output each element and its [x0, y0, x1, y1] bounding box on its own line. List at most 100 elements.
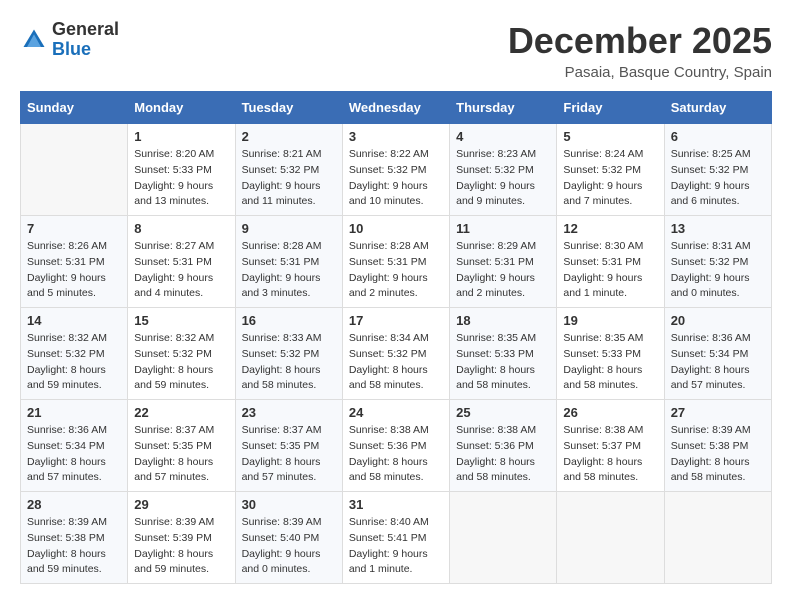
- day-info: Sunrise: 8:37 AMSunset: 5:35 PMDaylight:…: [134, 423, 228, 486]
- calendar-cell: 2 Sunrise: 8:21 AMSunset: 5:32 PMDaylight…: [235, 124, 342, 216]
- calendar-cell: 12 Sunrise: 8:30 AMSunset: 5:31 PMDayligh…: [557, 216, 664, 308]
- day-number: 5: [563, 129, 657, 144]
- day-info: Sunrise: 8:23 AMSunset: 5:32 PMDaylight:…: [456, 147, 550, 210]
- calendar-cell: 22 Sunrise: 8:37 AMSunset: 5:35 PMDayligh…: [128, 400, 235, 492]
- day-number: 27: [671, 405, 765, 420]
- calendar-cell: 6Sunrise: 8:25 AMSunset: 5:32 PMDaylight…: [664, 124, 771, 216]
- calendar-table: SundayMondayTuesdayWednesdayThursdayFrid…: [20, 91, 772, 584]
- day-info: Sunrise: 8:29 AMSunset: 5:31 PMDaylight:…: [456, 239, 550, 302]
- day-number: 19: [563, 313, 657, 328]
- calendar-cell: 8Sunrise: 8:27 AMSunset: 5:31 PMDaylight…: [128, 216, 235, 308]
- calendar-cell: 27Sunrise: 8:39 AMSunset: 5:38 PMDayligh…: [664, 400, 771, 492]
- week-row-4: 21Sunrise: 8:36 AMSunset: 5:34 PMDayligh…: [21, 400, 772, 492]
- day-number: 1: [134, 129, 228, 144]
- day-number: 11: [456, 221, 550, 236]
- day-info: Sunrise: 8:33 AMSunset: 5:32 PMDaylight:…: [242, 331, 336, 394]
- calendar-cell: 14 Sunrise: 8:32 AMSunset: 5:32 PMDayligh…: [21, 308, 128, 400]
- day-info: Sunrise: 8:39 AMSunset: 5:40 PMDaylight:…: [242, 515, 336, 578]
- calendar-cell: 5 Sunrise: 8:24 AMSunset: 5:32 PMDaylight…: [557, 124, 664, 216]
- calendar-cell: [664, 492, 771, 584]
- calendar-cell: 18Sunrise: 8:35 AMSunset: 5:33 PMDayligh…: [450, 308, 557, 400]
- weekday-header-monday: Monday: [128, 92, 235, 124]
- calendar-cell: 16 Sunrise: 8:33 AMSunset: 5:32 PMDayligh…: [235, 308, 342, 400]
- weekday-header-saturday: Saturday: [664, 92, 771, 124]
- day-number: 28: [27, 497, 121, 512]
- week-row-1: 1 Sunrise: 8:20 AMSunset: 5:33 PMDaylight…: [21, 124, 772, 216]
- calendar-cell: 21Sunrise: 8:36 AMSunset: 5:34 PMDayligh…: [21, 400, 128, 492]
- day-number: 4: [456, 129, 550, 144]
- day-number: 24: [349, 405, 443, 420]
- calendar-cell: 28Sunrise: 8:39 AMSunset: 5:38 PMDayligh…: [21, 492, 128, 584]
- calendar-cell: 1 Sunrise: 8:20 AMSunset: 5:33 PMDaylight…: [128, 124, 235, 216]
- day-number: 30: [242, 497, 336, 512]
- logo-general-text: General: [52, 20, 119, 40]
- day-number: 22: [134, 405, 228, 420]
- weekday-header-thursday: Thursday: [450, 92, 557, 124]
- day-info: Sunrise: 8:38 AMSunset: 5:36 PMDaylight:…: [456, 423, 550, 486]
- day-number: 21: [27, 405, 121, 420]
- day-info: Sunrise: 8:38 AMSunset: 5:37 PMDaylight:…: [563, 423, 657, 486]
- day-info: Sunrise: 8:37 AMSunset: 5:35 PMDaylight:…: [242, 423, 336, 486]
- calendar-cell: 17 Sunrise: 8:34 AMSunset: 5:32 PMDayligh…: [342, 308, 449, 400]
- day-number: 17: [349, 313, 443, 328]
- day-number: 9: [242, 221, 336, 236]
- calendar-cell: 20Sunrise: 8:36 AMSunset: 5:34 PMDayligh…: [664, 308, 771, 400]
- day-number: 23: [242, 405, 336, 420]
- calendar-cell: [557, 492, 664, 584]
- logo: General Blue: [20, 20, 119, 60]
- day-number: 12: [563, 221, 657, 236]
- day-info: Sunrise: 8:35 AMSunset: 5:33 PMDaylight:…: [563, 331, 657, 394]
- day-info: Sunrise: 8:34 AMSunset: 5:32 PMDaylight:…: [349, 331, 443, 394]
- day-info: Sunrise: 8:35 AMSunset: 5:33 PMDaylight:…: [456, 331, 550, 394]
- day-info: Sunrise: 8:28 AMSunset: 5:31 PMDaylight:…: [242, 239, 336, 302]
- calendar-cell: 15Sunrise: 8:32 AMSunset: 5:32 PMDayligh…: [128, 308, 235, 400]
- day-info: Sunrise: 8:31 AMSunset: 5:32 PMDaylight:…: [671, 239, 765, 302]
- day-info: Sunrise: 8:32 AMSunset: 5:32 PMDaylight:…: [27, 331, 121, 394]
- week-row-2: 7 Sunrise: 8:26 AMSunset: 5:31 PMDaylight…: [21, 216, 772, 308]
- weekday-header-tuesday: Tuesday: [235, 92, 342, 124]
- calendar-cell: 30 Sunrise: 8:39 AMSunset: 5:40 PMDayligh…: [235, 492, 342, 584]
- calendar-cell: 9 Sunrise: 8:28 AMSunset: 5:31 PMDaylight…: [235, 216, 342, 308]
- month-title: December 2025: [508, 20, 772, 62]
- week-row-5: 28Sunrise: 8:39 AMSunset: 5:38 PMDayligh…: [21, 492, 772, 584]
- day-number: 15: [134, 313, 228, 328]
- calendar-cell: 23 Sunrise: 8:37 AMSunset: 5:35 PMDayligh…: [235, 400, 342, 492]
- day-info: Sunrise: 8:39 AMSunset: 5:39 PMDaylight:…: [134, 515, 228, 578]
- calendar-cell: 26 Sunrise: 8:38 AMSunset: 5:37 PMDayligh…: [557, 400, 664, 492]
- calendar-cell: 29Sunrise: 8:39 AMSunset: 5:39 PMDayligh…: [128, 492, 235, 584]
- day-number: 2: [242, 129, 336, 144]
- weekday-header-friday: Friday: [557, 92, 664, 124]
- weekday-header-row: SundayMondayTuesdayWednesdayThursdayFrid…: [21, 92, 772, 124]
- day-number: 25: [456, 405, 550, 420]
- day-number: 16: [242, 313, 336, 328]
- calendar-cell: 25 Sunrise: 8:38 AMSunset: 5:36 PMDayligh…: [450, 400, 557, 492]
- day-number: 10: [349, 221, 443, 236]
- day-number: 7: [27, 221, 121, 236]
- calendar-cell: 19 Sunrise: 8:35 AMSunset: 5:33 PMDayligh…: [557, 308, 664, 400]
- day-info: Sunrise: 8:20 AMSunset: 5:33 PMDaylight:…: [134, 147, 228, 210]
- logo-text: General Blue: [52, 20, 119, 60]
- weekday-header-sunday: Sunday: [21, 92, 128, 124]
- title-section: December 2025 Pasaia, Basque Country, Sp…: [508, 20, 772, 81]
- day-info: Sunrise: 8:30 AMSunset: 5:31 PMDaylight:…: [563, 239, 657, 302]
- header: General Blue December 2025 Pasaia, Basqu…: [20, 20, 772, 81]
- day-number: 3: [349, 129, 443, 144]
- day-number: 6: [671, 129, 765, 144]
- calendar-cell: 7 Sunrise: 8:26 AMSunset: 5:31 PMDaylight…: [21, 216, 128, 308]
- day-info: Sunrise: 8:40 AMSunset: 5:41 PMDaylight:…: [349, 515, 443, 578]
- calendar-cell: 3 Sunrise: 8:22 AMSunset: 5:32 PMDaylight…: [342, 124, 449, 216]
- week-row-3: 14 Sunrise: 8:32 AMSunset: 5:32 PMDayligh…: [21, 308, 772, 400]
- day-number: 14: [27, 313, 121, 328]
- day-number: 13: [671, 221, 765, 236]
- day-info: Sunrise: 8:21 AMSunset: 5:32 PMDaylight:…: [242, 147, 336, 210]
- day-info: Sunrise: 8:38 AMSunset: 5:36 PMDaylight:…: [349, 423, 443, 486]
- day-info: Sunrise: 8:22 AMSunset: 5:32 PMDaylight:…: [349, 147, 443, 210]
- day-info: Sunrise: 8:26 AMSunset: 5:31 PMDaylight:…: [27, 239, 121, 302]
- calendar-cell: 10Sunrise: 8:28 AMSunset: 5:31 PMDayligh…: [342, 216, 449, 308]
- day-info: Sunrise: 8:24 AMSunset: 5:32 PMDaylight:…: [563, 147, 657, 210]
- location: Pasaia, Basque Country, Spain: [508, 64, 772, 81]
- calendar-cell: 4 Sunrise: 8:23 AMSunset: 5:32 PMDaylight…: [450, 124, 557, 216]
- calendar-cell: 13 Sunrise: 8:31 AMSunset: 5:32 PMDayligh…: [664, 216, 771, 308]
- day-number: 26: [563, 405, 657, 420]
- calendar-cell: [21, 124, 128, 216]
